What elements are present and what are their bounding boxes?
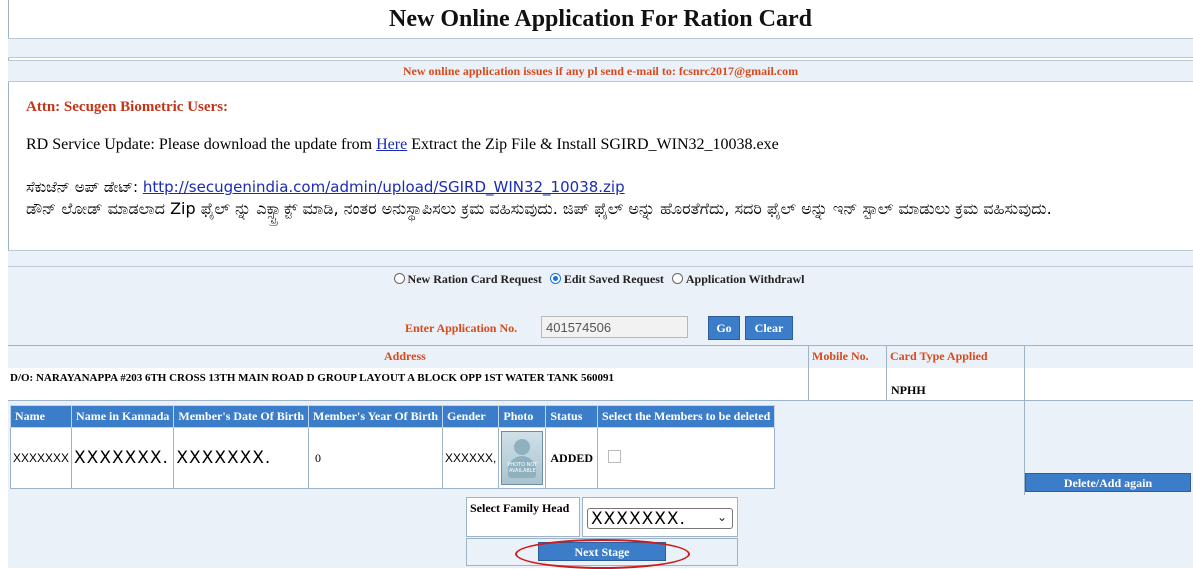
col-yob: Member's Year Of Birth (308, 405, 443, 428)
col-name-kannada: Name in Kannada (71, 405, 175, 428)
radio-new-label[interactable]: New Ration Card Request (408, 272, 542, 286)
rd-suffix: Extract the Zip File & Install SGIRD_WIN… (407, 136, 779, 153)
member-dob: XXXXXXX. (173, 427, 310, 489)
radio-withdrawl[interactable] (671, 273, 683, 284)
col-photo: Photo (498, 405, 547, 428)
application-no-input[interactable] (541, 316, 688, 338)
email-notice: New online application issues if any pl … (8, 60, 1193, 82)
highlight-ellipse (515, 539, 690, 569)
radio-edit-label[interactable]: Edit Saved Request (564, 272, 664, 286)
col-name: Name (9, 405, 73, 428)
col-status: Status (545, 405, 599, 428)
member-status: ADDED (545, 427, 599, 489)
member-delete-cell (597, 427, 776, 489)
col-gender: Gender (441, 405, 500, 428)
here-link[interactable]: Here (376, 136, 407, 153)
members-header-row: Name Name in Kannada Member's Date Of Bi… (9, 405, 776, 428)
members-table: Name Name in Kannada Member's Date Of Bi… (9, 405, 776, 489)
go-button[interactable]: Go (708, 316, 740, 340)
kannada-update-line: ಸೆಕುಜೆನ್ ಅಪ್ ಡೇಟ್: http://secugenindia.c… (26, 178, 625, 196)
photo-placeholder-icon: PHOTO NOT AVAILABLE (501, 431, 544, 485)
attn-heading: Attn: Secugen Biometric Users: (26, 99, 229, 115)
secugen-zip-link[interactable]: http://secugenindia.com/admin/upload/SGI… (143, 178, 625, 196)
card-type-header: Card Type Applied (890, 349, 988, 363)
member-name: XXXXXXX (9, 427, 73, 489)
rd-update-text: RD Service Update: Please download the u… (26, 136, 779, 154)
page-title: New Online Application For Ration Card (389, 6, 812, 32)
divider (808, 345, 809, 401)
delete-member-checkbox[interactable] (608, 449, 622, 463)
family-head-value: XXXXXXX. (591, 509, 686, 529)
member-name-kannada: XXXXXXX. (71, 427, 175, 489)
request-type-radios: New Ration Card Request Edit Saved Reque… (0, 272, 1193, 287)
card-type-value: NPHH (891, 383, 926, 397)
col-select-delete: Select the Members to be deleted (597, 405, 776, 428)
rd-prefix: RD Service Update: Please download the u… (26, 136, 377, 153)
table-row: XXXXXXX XXXXXXX. XXXXXXX. 0 XXXXXX, PHOT… (9, 427, 776, 489)
address-header: Address (384, 349, 426, 363)
mobile-header: Mobile No. (812, 349, 869, 363)
radio-withdrawl-label[interactable]: Application Withdrawl (686, 272, 805, 286)
divider (886, 345, 887, 401)
family-head-select[interactable]: XXXXXXX. ⌄ (587, 508, 733, 529)
spacer-band (8, 38, 1193, 58)
family-head-label: Select Family Head (466, 497, 580, 537)
photo-placeholder-text: PHOTO NOT AVAILABLE (507, 462, 538, 474)
clear-button[interactable]: Clear (745, 316, 793, 340)
radio-edit-saved[interactable] (549, 273, 561, 284)
delete-add-again-button[interactable]: Delete/Add again (1025, 473, 1191, 492)
address-value: D/O: NARAYANAPPA #203 6TH CROSS 13TH MAI… (10, 372, 614, 384)
kannada-instructions: ಡೌನ್ ಲೋಡ್ ಮಾಡಲಾದ Zip ಫೈಲ್ ನ್ನು ಎಕ್ಸ್ಟ್ರಾ… (26, 199, 1052, 218)
member-gender: XXXXXX, (441, 427, 500, 489)
chevron-down-icon: ⌄ (716, 510, 727, 524)
application-no-label: Enter Application No. (405, 321, 518, 335)
member-yob: 0 (308, 427, 443, 489)
member-photo-cell: PHOTO NOT AVAILABLE (498, 427, 547, 489)
radio-new-request[interactable] (393, 273, 405, 284)
spacer-band-2 (8, 250, 1193, 267)
kannada-prefix: ಸೆಕುಜೆನ್ ಅಪ್ ಡೇಟ್: (26, 178, 143, 196)
col-dob: Member's Date Of Birth (173, 405, 310, 428)
address-table-header: Address Mobile No. Card Type Applied (8, 345, 1193, 369)
